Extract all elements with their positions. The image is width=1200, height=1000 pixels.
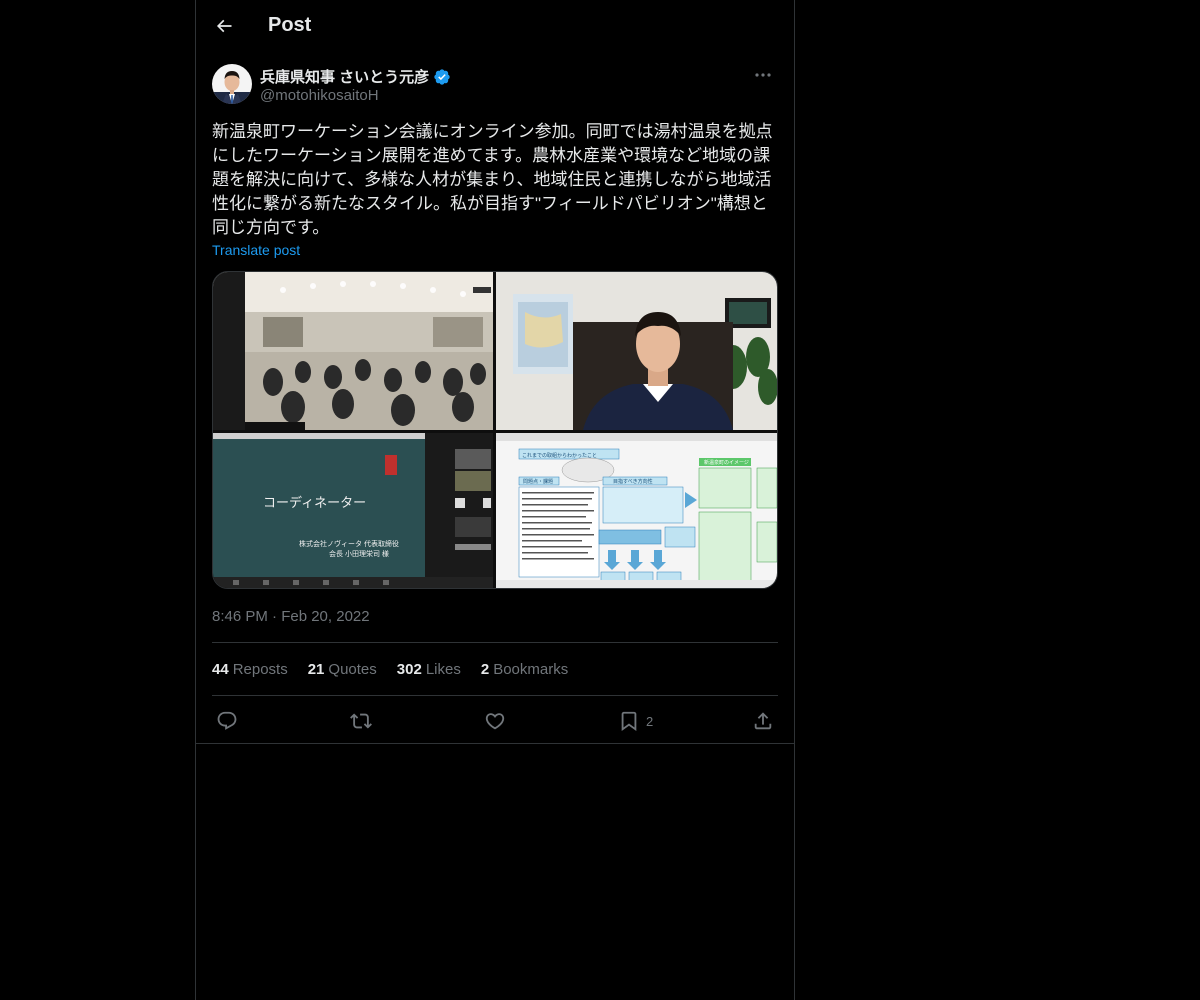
like-icon [485,713,505,730]
repost-icon [350,713,372,729]
post-stats: 44 Reposts 21 Quotes 302 Likes 2 Bookmarks [212,661,568,678]
author-handle[interactable]: @motohikosaitoH [260,87,379,104]
bookmark-button[interactable]: 2 [618,709,653,733]
divider [212,695,778,696]
stat-likes[interactable]: 302 Likes [397,661,461,678]
chart-box-right: 新温泉町のイメージ [704,459,749,466]
media-image: コーディネーター 株式会社ノヴィータ 代表取締役 会長 小田理栄司 様 これまで… [213,272,777,588]
slide-title: コーディネーター [263,495,366,510]
chart-thumbnail: これまでの取組からわかったこと 問題点・課題 目指すべき方向性 新温泉町のイメー… [496,433,777,588]
share-icon [754,712,772,730]
share-button[interactable] [752,709,774,733]
action-bar: 2 [212,709,778,733]
reply-button[interactable] [216,709,238,733]
stat-reposts[interactable]: 44 Reposts [212,661,288,678]
speaker-thumbnail [496,272,777,430]
slide-line1: 株式会社ノヴィータ 代表取締役 [299,539,399,548]
main-column: Post 兵庫県知事 さいとう元彦 @motohikosaitoH 新温泉町ワー… [195,0,795,1000]
more-button[interactable] [748,64,778,86]
repost-button[interactable] [350,709,372,733]
back-arrow-icon [216,19,232,33]
divider [212,642,778,643]
like-button[interactable] [484,709,506,733]
reply-icon [217,711,237,730]
post-timestamp[interactable]: 8:46 PM · Feb 20, 2022 [212,608,370,625]
post-text: 新温泉町ワーケーション会議にオンライン参加。同町では湯村温泉を拠点にしたワーケー… [212,122,773,237]
bookmark-count: 2 [646,713,654,729]
slide-thumbnail: コーディネーター 株式会社ノヴィータ 代表取締役 会長 小田理栄司 様 [213,433,493,588]
chart-box-mid: 目指すべき方向性 [613,478,653,485]
page-title: Post [268,14,312,36]
verified-badge-icon [434,68,450,85]
stat-quotes[interactable]: 21 Quotes [308,661,377,678]
post-bottom-border [196,743,794,744]
back-button[interactable] [206,8,242,44]
author-name[interactable]: 兵庫県知事 さいとう元彦 [260,66,429,87]
author-name-row[interactable]: 兵庫県知事 さいとう元彦 [260,66,451,87]
translate-link[interactable]: Translate post [212,242,300,258]
post-header: Post [196,0,794,53]
bookmark-icon [621,711,637,732]
post-media[interactable]: コーディネーター 株式会社ノヴィータ 代表取締役 会長 小田理栄司 様 これまで… [212,271,778,589]
chart-box-left: 問題点・課題 [523,478,553,485]
stat-bookmarks[interactable]: 2 Bookmarks [481,661,568,678]
more-icon [755,73,771,77]
slide-line2: 会長 小田理栄司 様 [329,549,389,558]
hall-thumbnail [213,272,493,430]
avatar[interactable] [212,64,252,104]
